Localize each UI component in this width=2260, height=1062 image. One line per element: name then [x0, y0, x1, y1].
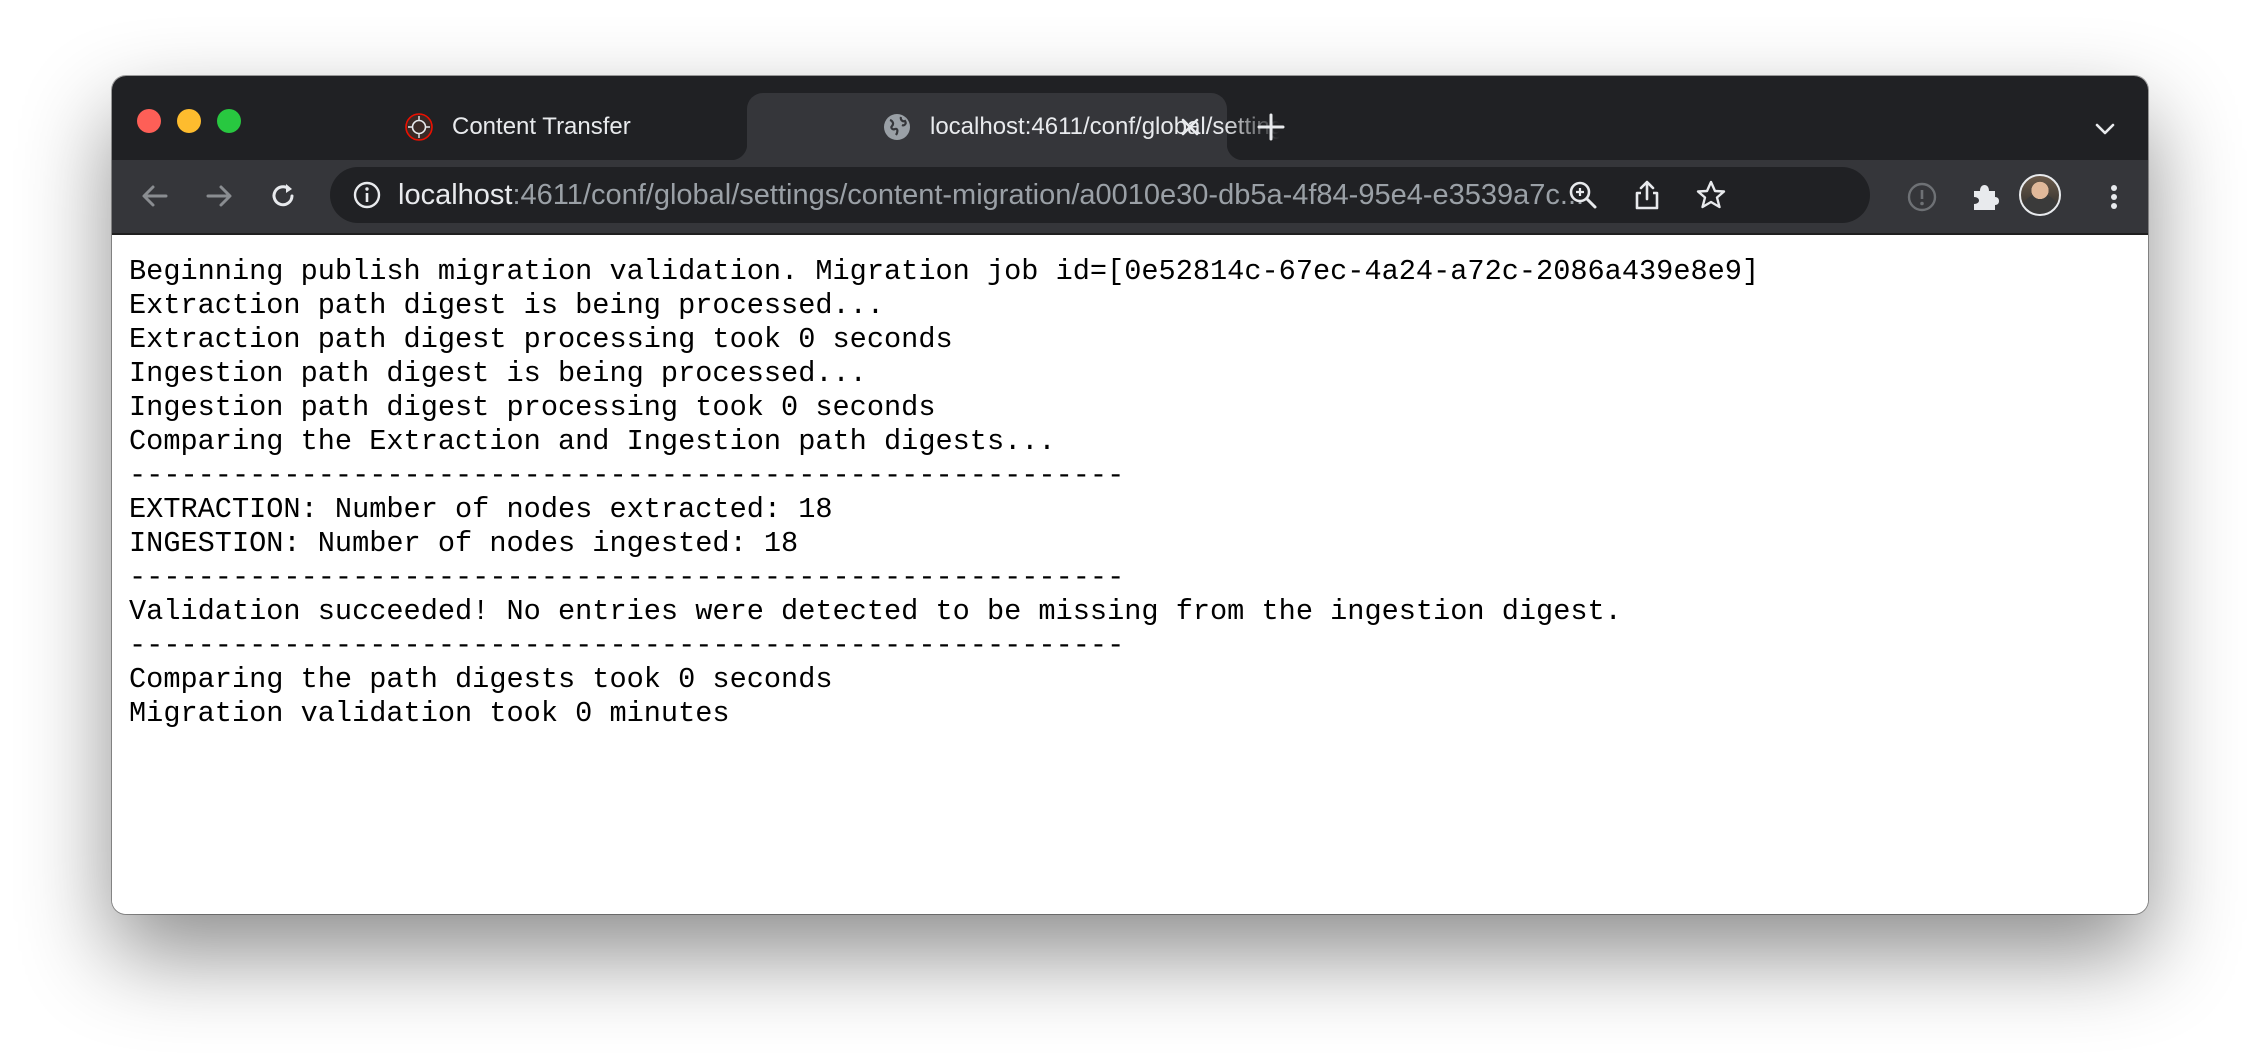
console-line: INGESTION: Number of nodes ingested: 18 — [129, 527, 799, 560]
more-menu-icon[interactable] — [2097, 180, 2131, 214]
console-line: Validation succeeded! No entries were de… — [129, 595, 1622, 628]
profile-avatar[interactable] — [2019, 174, 2061, 216]
reload-button[interactable] — [266, 179, 300, 213]
console-line: Ingestion path digest is being processed… — [129, 357, 867, 390]
globe-icon — [882, 112, 912, 142]
console-line: Extraction path digest is being processe… — [129, 289, 884, 322]
aem-logo-icon — [404, 112, 434, 142]
console-line: Comparing the path digests took 0 second… — [129, 663, 833, 696]
console-line: Extraction path digest processing took 0… — [129, 323, 953, 356]
bookmark-star-icon[interactable] — [1694, 178, 1728, 212]
console-output: Beginning publish migration validation. … — [129, 255, 1759, 731]
back-button[interactable] — [138, 179, 172, 213]
arrow-left-icon — [142, 185, 168, 207]
console-line: Beginning publish migration validation. … — [129, 255, 1760, 288]
arrow-right-icon — [206, 185, 232, 207]
close-window-button[interactable] — [137, 109, 161, 133]
info-icon[interactable] — [350, 178, 384, 212]
address-bar[interactable]: localhost:4611/conf/global/settings/cont… — [330, 167, 1870, 223]
page-content: Beginning publish migration validation. … — [112, 235, 2148, 914]
extension-info-icon[interactable] — [1905, 180, 1939, 214]
zoom-window-button[interactable] — [217, 109, 241, 133]
zoom-icon[interactable] — [1566, 178, 1600, 212]
console-line: ----------------------------------------… — [129, 629, 1125, 662]
share-icon[interactable] — [1630, 178, 1664, 212]
plus-icon — [1257, 113, 1285, 141]
tab-localhost[interactable]: localhost:4611/conf/global/settings/cont… — [731, 93, 1280, 160]
console-line: ----------------------------------------… — [129, 561, 1125, 594]
tab-strip: Content Transfer localhost:4611/conf/glo… — [112, 76, 2148, 160]
reload-icon — [272, 184, 294, 207]
console-line: Ingestion path digest processing took 0 … — [129, 391, 936, 424]
close-tab-icon[interactable] — [1177, 114, 1203, 140]
url-text: localhost:4611/conf/global/settings/cont… — [398, 179, 1585, 211]
forward-button[interactable] — [202, 179, 236, 213]
extensions-puzzle-icon[interactable] — [1968, 180, 2002, 214]
chevron-down-icon — [2095, 123, 2115, 135]
browser-toolbar: localhost:4611/conf/global/settings/cont… — [112, 160, 2148, 235]
tab-title: localhost:4611/conf/global/settings/cont… — [930, 112, 1280, 140]
browser-window: Content Transfer localhost:4611/conf/glo… — [112, 76, 2148, 914]
console-line: Comparing the Extraction and Ingestion p… — [129, 425, 1056, 458]
console-line: Migration validation took 0 minutes — [129, 697, 730, 730]
console-line: EXTRACTION: Number of nodes extracted: 1… — [129, 493, 833, 526]
console-line: ----------------------------------------… — [129, 459, 1125, 492]
new-tab-button[interactable] — [1256, 112, 1286, 142]
minimize-window-button[interactable] — [177, 109, 201, 133]
tab-search-button[interactable] — [2092, 116, 2118, 142]
